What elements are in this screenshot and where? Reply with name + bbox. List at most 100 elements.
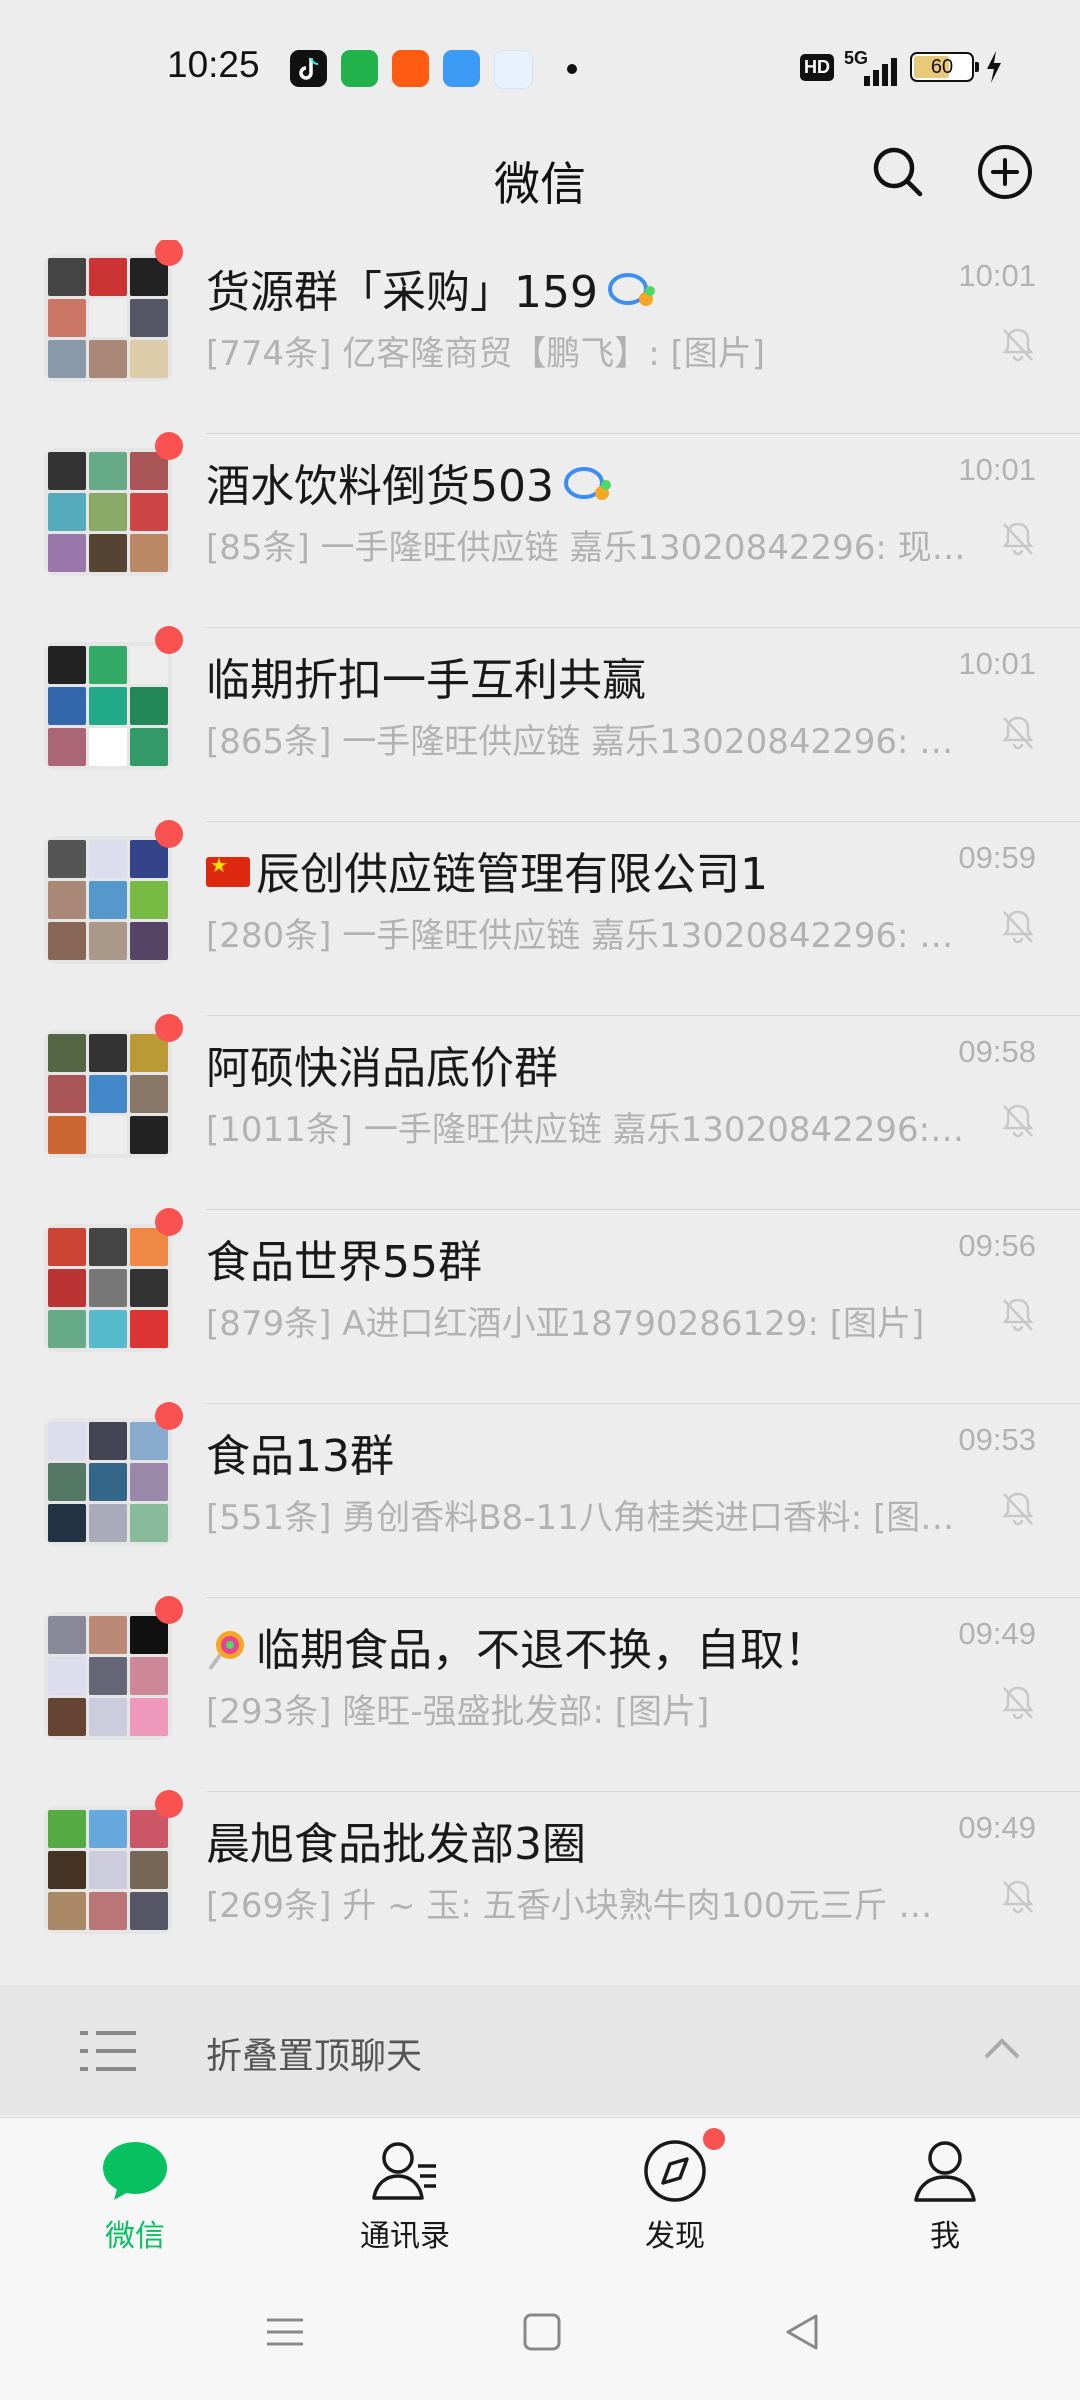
chat-time: 09:58 <box>958 1034 1036 1069</box>
chat-preview: [280条] 一手隆旺供应链 嘉乐13020842296: 现… <box>206 916 966 956</box>
group-chat-icon <box>607 273 655 306</box>
unread-dot <box>155 240 183 266</box>
chat-time: 10:01 <box>958 452 1036 487</box>
group-avatar <box>44 1224 172 1352</box>
chat-name: 辰创供应链管理有限公司1 <box>206 838 768 902</box>
group-avatar <box>44 836 172 964</box>
plus-circle-icon[interactable] <box>975 142 1035 202</box>
mute-bell-icon <box>1002 910 1034 944</box>
mute-bell-icon <box>1002 1686 1034 1720</box>
tab-chats[interactable]: 微信 <box>0 2118 270 2266</box>
mute-bell-icon <box>1002 522 1034 556</box>
chat-list-item[interactable]: 酒水饮料倒货503 10:01 [85条] 一手隆旺供应链 嘉乐13020842… <box>0 432 1080 628</box>
chat-preview: [85条] 一手隆旺供应链 嘉乐13020842296: 现金… <box>206 528 966 568</box>
collapse-label: 折叠置顶聊天 <box>206 2036 423 2077</box>
chat-list-item[interactable]: 辰创供应链管理有限公司1 09:59 [280条] 一手隆旺供应链 嘉乐1302… <box>0 820 1080 1016</box>
lollipop-icon <box>208 1631 244 1671</box>
charging-icon <box>987 51 1001 83</box>
chat-list-item[interactable]: 临期食品，不退不换，自取！ 09:49 [293条] 隆旺-强盛批发部: [图片… <box>0 1596 1080 1792</box>
tab-contacts[interactable]: 通讯录 <box>270 2118 540 2266</box>
status-indicators: HD 5G 60 <box>800 48 1004 86</box>
chat-preview: [269条] 升 ~ 玉: 五香小块熟牛肉100元三斤 一块… <box>206 1886 966 1926</box>
search-icon[interactable] <box>868 142 928 202</box>
chat-list-item[interactable]: 阿硕快消品底价群 09:58 [1011条] 一手隆旺供应链 嘉乐1302084… <box>0 1014 1080 1210</box>
chat-time: 09:49 <box>958 1616 1036 1651</box>
chat-preview: [551条] 勇创香料B8-11八角桂类进口香料: [图片] <box>206 1498 966 1538</box>
chat-preview: [1011条] 一手隆旺供应链 嘉乐13020842296: 现… <box>206 1110 966 1150</box>
contacts-icon <box>372 2142 436 2200</box>
group-avatar <box>44 254 172 382</box>
mute-bell-icon <box>1002 328 1034 362</box>
chat-name: 食品13群 <box>206 1431 394 1482</box>
unread-dot <box>155 820 183 848</box>
chat-name: 货源群「采购」159 <box>206 256 660 320</box>
group-avatar <box>44 1030 172 1158</box>
tab-label: 通讯录 <box>360 2219 450 2254</box>
tab-label: 我 <box>930 2219 960 2254</box>
unread-dot <box>155 1790 183 1818</box>
discover-badge-dot <box>703 2128 725 2150</box>
unread-dot <box>155 1596 183 1624</box>
battery-icon: 60 <box>910 52 979 82</box>
back-icon[interactable] <box>780 2310 824 2354</box>
collapse-pinned-bar[interactable]: 折叠置顶聊天 <box>0 1985 1080 2115</box>
bottom-tab-bar: 微信 通讯录 发现 我 <box>0 2117 1080 2266</box>
group-chat-icon <box>563 467 611 500</box>
notification-dot <box>567 64 577 74</box>
chat-preview: [865条] 一手隆旺供应链 嘉乐13020842296: 现… <box>206 722 966 762</box>
chat-preview: [774条] 亿客隆商贸【鹏飞】: [图片] <box>206 334 766 374</box>
tab-label: 发现 <box>645 2219 705 2254</box>
china-flag-icon <box>206 853 250 887</box>
chat-name: 晨旭食品批发部3圈 <box>206 1819 586 1870</box>
chat-bubble-icon <box>103 2142 167 2200</box>
mute-bell-icon <box>1002 1104 1034 1138</box>
chat-name: 食品世界55群 <box>206 1237 482 1288</box>
unread-dot <box>155 1014 183 1042</box>
chat-list[interactable]: 货源群「采购」159 10:01 [774条] 亿客隆商贸【鹏飞】: [图片] … <box>0 240 1080 1958</box>
chat-time: 10:01 <box>958 258 1036 293</box>
chevron-up-icon[interactable] <box>980 2027 1024 2067</box>
chat-list-item[interactable]: 食品世界55群 09:56 [879条] A进口红酒小亚18790286129:… <box>0 1208 1080 1404</box>
group-avatar <box>44 1612 172 1740</box>
chat-list-item[interactable]: 晨旭食品批发部3圈 09:49 [269条] 升 ~ 玉: 五香小块熟牛肉100… <box>0 1790 1080 1958</box>
green-app-icon <box>341 50 378 87</box>
chat-time: 09:56 <box>958 1228 1036 1263</box>
status-bar: 10:25 HD 5G 60 <box>0 0 1080 130</box>
person-icon <box>914 2141 976 2202</box>
group-avatar <box>44 1806 172 1934</box>
orange-app-icon <box>392 50 429 87</box>
chat-time: 09:49 <box>958 1810 1036 1845</box>
tab-me[interactable]: 我 <box>810 2118 1080 2266</box>
chat-list-item[interactable]: 货源群「采购」159 10:01 [774条] 亿客隆商贸【鹏飞】: [图片] <box>0 240 1080 434</box>
weather-icon <box>443 50 480 87</box>
chat-time: 09:53 <box>958 1422 1036 1457</box>
status-time: 10:25 <box>167 44 260 85</box>
blue-app-icon <box>494 50 533 89</box>
status-app-icons <box>290 50 577 89</box>
chat-list-item[interactable]: 临期折扣一手互利共赢 10:01 [865条] 一手隆旺供应链 嘉乐130208… <box>0 626 1080 822</box>
app-header: 微信 <box>0 130 1080 240</box>
mute-bell-icon <box>1002 1880 1034 1914</box>
chat-time: 10:01 <box>958 646 1036 681</box>
unread-dot <box>155 626 183 654</box>
group-avatar <box>44 642 172 770</box>
list-icon <box>80 2031 136 2071</box>
signal-icon: 5G <box>844 48 900 86</box>
mute-bell-icon <box>1002 716 1034 750</box>
tiktok-icon <box>290 50 327 87</box>
group-avatar <box>44 1418 172 1546</box>
system-nav-bar <box>0 2265 1080 2400</box>
unread-dot <box>155 432 183 460</box>
tab-label: 微信 <box>105 2219 165 2254</box>
menu-icon[interactable] <box>263 2310 307 2354</box>
chat-list-item[interactable]: 食品13群 09:53 [551条] 勇创香料B8-11八角桂类进口香料: [图… <box>0 1402 1080 1598</box>
unread-dot <box>155 1402 183 1430</box>
chat-name: 临期折扣一手互利共赢 <box>206 655 646 706</box>
home-icon[interactable] <box>520 2310 564 2354</box>
chat-time: 09:59 <box>958 840 1036 875</box>
mute-bell-icon <box>1002 1492 1034 1526</box>
unread-dot <box>155 1208 183 1236</box>
group-avatar <box>44 448 172 576</box>
chat-name: 酒水饮料倒货503 <box>206 450 616 514</box>
tab-discover[interactable]: 发现 <box>540 2118 810 2266</box>
